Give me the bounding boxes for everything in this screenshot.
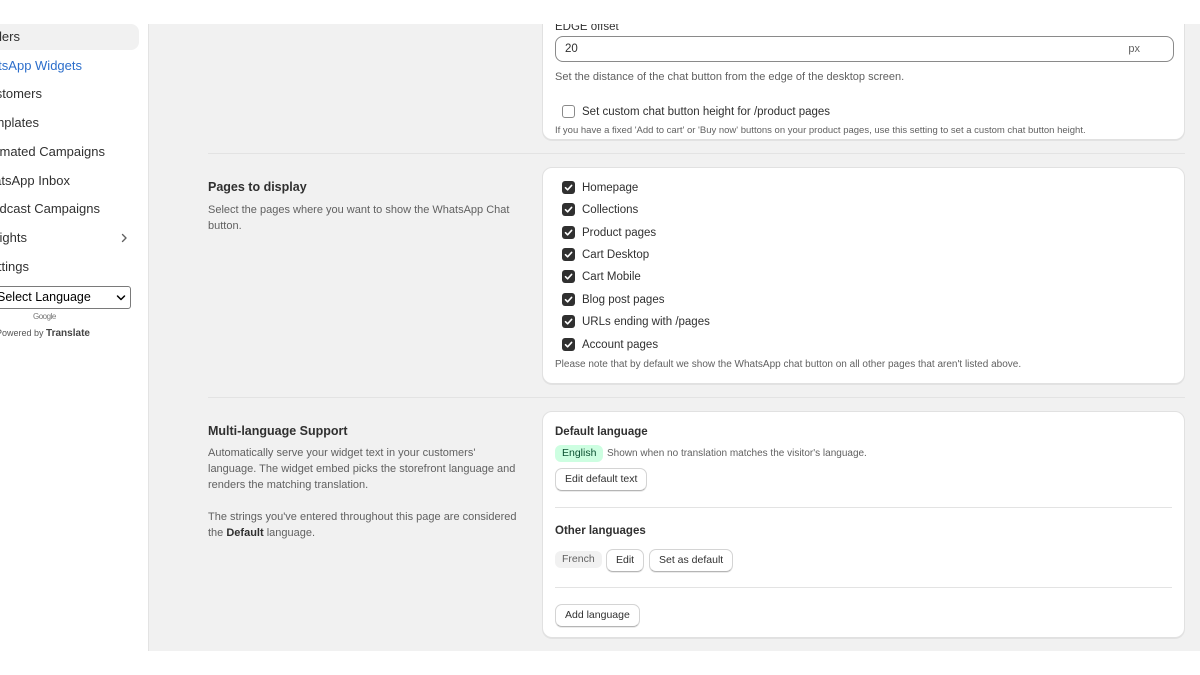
px-suffix: px xyxy=(1128,43,1140,55)
page-checkbox-homepage[interactable]: Homepage xyxy=(562,180,862,196)
checkbox-checked[interactable] xyxy=(562,181,575,194)
sidebar-item-templates[interactable]: Templates xyxy=(0,110,139,136)
page-checkbox-blog-post-pages[interactable]: Blog post pages xyxy=(562,292,862,308)
edge-offset-value: 20 xyxy=(565,43,578,55)
language-divider xyxy=(555,587,1172,588)
other-language-badge: French xyxy=(555,551,602,568)
edge-offset-help: Set the distance of the chat button from… xyxy=(555,71,905,83)
page-checkbox-product-pages[interactable]: Product pages xyxy=(562,225,862,241)
checkmark-icon xyxy=(564,184,573,191)
bottom-bar xyxy=(0,651,1200,675)
sidebar-item-whatsapp-inbox[interactable]: WhatsApp Inbox xyxy=(0,168,139,194)
sidebar: Orders WhatsApp Widgets Customers Templa… xyxy=(0,24,149,651)
edit-language-button[interactable]: Edit xyxy=(606,549,645,572)
checkbox-checked[interactable] xyxy=(562,315,575,328)
section-divider xyxy=(208,397,1185,398)
edit-default-text-button[interactable]: Edit default text xyxy=(555,468,648,491)
sidebar-item-broadcast-campaigns[interactable]: Broadcast Campaigns xyxy=(0,196,139,222)
other-languages-heading: Other languages xyxy=(555,525,646,537)
page-checkbox-account-pages[interactable]: Account pages xyxy=(562,337,862,353)
custom-height-checkbox-row[interactable]: Set custom chat button height for /produ… xyxy=(562,104,962,120)
top-bar xyxy=(0,0,1200,24)
page-checkbox-cart-desktop[interactable]: Cart Desktop xyxy=(562,247,862,263)
language-select-value: Select Language xyxy=(0,290,91,304)
sidebar-item-settings[interactable]: Settings xyxy=(0,254,139,280)
pages-note: Please note that by default we show the … xyxy=(555,359,1022,370)
language-section-note: The strings you've entered throughout th… xyxy=(208,511,517,539)
powered-by-translate[interactable]: Powered by Translate xyxy=(0,328,90,339)
sidebar-item-whatsapp-widgets[interactable]: WhatsApp Widgets xyxy=(0,53,139,79)
checkmark-icon xyxy=(564,229,573,236)
language-section-title: Multi-language Support xyxy=(208,424,348,438)
checkbox-checked[interactable] xyxy=(562,293,575,306)
sidebar-item-orders[interactable]: Orders xyxy=(0,24,139,50)
custom-height-help: If you have a fixed 'Add to cart' or 'Bu… xyxy=(555,125,1086,136)
set-as-default-button[interactable]: Set as default xyxy=(649,549,734,572)
checkmark-icon xyxy=(564,273,573,280)
default-language-badge: English xyxy=(555,445,604,462)
checkmark-icon xyxy=(564,206,573,213)
checkmark-icon xyxy=(564,251,573,258)
section-divider xyxy=(208,153,1185,154)
sidebar-item-customers[interactable]: Customers xyxy=(0,81,139,107)
chevron-down-icon xyxy=(116,295,126,301)
checkmark-icon xyxy=(564,341,573,348)
custom-height-checkbox[interactable] xyxy=(562,105,575,118)
sidebar-item-insights[interactable]: Insights xyxy=(0,225,139,251)
language-divider xyxy=(555,507,1172,508)
checkbox-checked[interactable] xyxy=(562,248,575,261)
main-content: EDGE offset 20 px Set the distance of th… xyxy=(149,4,1200,651)
default-language-help: Shown when no translation matches the vi… xyxy=(607,448,867,459)
checkmark-icon xyxy=(564,296,573,303)
pages-section-description: Select the pages where you want to show … xyxy=(208,204,510,232)
checkbox-checked[interactable] xyxy=(562,226,575,239)
page-checkbox-cart-mobile[interactable]: Cart Mobile xyxy=(562,269,862,285)
checkbox-checked[interactable] xyxy=(562,270,575,283)
add-language-button[interactable]: Add language xyxy=(555,604,640,627)
language-card: Default language English Shown when no t… xyxy=(542,411,1185,638)
page-checkbox-collections[interactable]: Collections xyxy=(562,202,862,218)
edge-offset-input[interactable]: 20 px xyxy=(555,36,1174,62)
checkbox-checked[interactable] xyxy=(562,203,575,216)
sidebar-item-automated-campaigns[interactable]: Automated Campaigns xyxy=(0,139,139,165)
google-logo: Google xyxy=(33,312,56,321)
language-select[interactable]: Select Language xyxy=(0,286,131,309)
pages-card: Homepage Collections Product pages Cart … xyxy=(542,167,1185,384)
page-checkbox-urls-ending-pages[interactable]: URLs ending with /pages xyxy=(562,314,862,330)
pages-section-title: Pages to display xyxy=(208,180,307,194)
chevron-right-icon xyxy=(121,233,127,243)
checkbox-checked[interactable] xyxy=(562,338,575,351)
custom-height-label: Set custom chat button height for /produ… xyxy=(582,106,831,118)
default-language-heading: Default language xyxy=(555,426,648,438)
edge-offset-card: EDGE offset 20 px Set the distance of th… xyxy=(542,4,1185,140)
language-section-description: Automatically serve your widget text in … xyxy=(208,447,516,491)
checkmark-icon xyxy=(564,318,573,325)
